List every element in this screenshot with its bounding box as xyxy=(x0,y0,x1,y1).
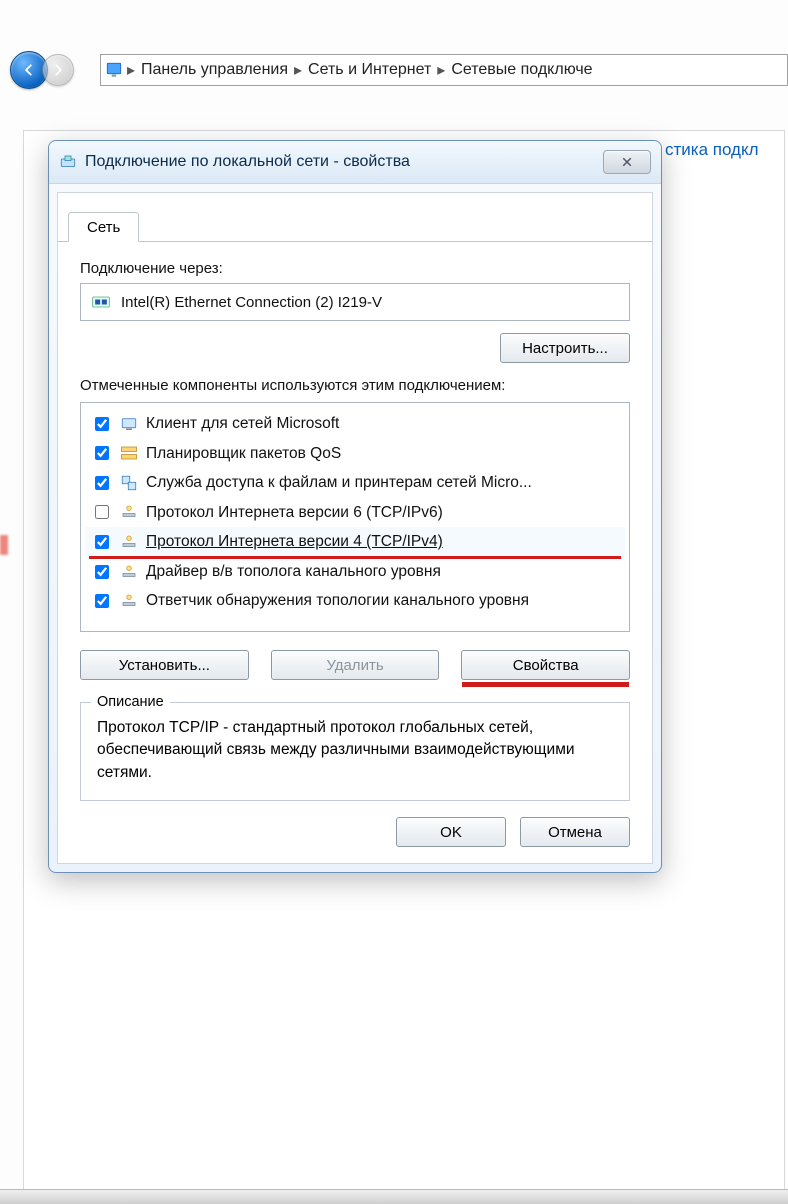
component-item[interactable]: Протокол Интернета версии 6 (TCP/IPv6) xyxy=(85,498,625,528)
proto-icon xyxy=(120,533,138,551)
description-group: Описание Протокол TCP/IP - стандартный п… xyxy=(80,702,630,801)
component-item[interactable]: Протокол Интернета версии 4 (TCP/IPv4) xyxy=(85,527,625,557)
component-checkbox[interactable] xyxy=(95,446,109,460)
component-item[interactable]: Драйвер в/в тополога канального уровня xyxy=(85,557,625,587)
adapter-box: Intel(R) Ethernet Connection (2) I219-V xyxy=(80,283,630,321)
component-label: Ответчик обнаружения топологии канальног… xyxy=(146,588,529,614)
install-button[interactable]: Установить... xyxy=(80,650,249,680)
network-adapter-icon xyxy=(59,153,77,171)
component-checkbox[interactable] xyxy=(95,594,109,608)
qos-icon xyxy=(120,444,138,462)
proto-icon xyxy=(120,563,138,581)
breadcrumb-item[interactable]: Сеть и Интернет xyxy=(302,61,437,79)
component-label: Служба доступа к файлам и принтерам сете… xyxy=(146,470,532,496)
component-checkbox[interactable] xyxy=(95,417,109,431)
component-item[interactable]: Клиент для сетей Microsoft xyxy=(85,409,625,439)
tab-network[interactable]: Сеть xyxy=(68,212,139,242)
component-checkbox[interactable] xyxy=(95,476,109,490)
adapter-name: Intel(R) Ethernet Connection (2) I219-V xyxy=(121,294,382,311)
component-checkbox[interactable] xyxy=(95,505,109,519)
tab-strip: Сеть xyxy=(58,193,652,242)
breadcrumb-sep-icon: ▸ xyxy=(437,60,445,80)
breadcrumb-item[interactable]: Панель управления xyxy=(135,61,294,79)
connect-via-label: Подключение через: xyxy=(80,260,630,277)
breadcrumb-sep-icon: ▸ xyxy=(127,60,135,80)
arrow-left-icon xyxy=(22,63,36,77)
close-icon xyxy=(621,156,633,168)
component-buttons-row: Установить... Удалить Свойства xyxy=(80,650,630,680)
share-icon xyxy=(120,474,138,492)
dialog-bottom-buttons: OK Отмена xyxy=(58,801,652,847)
component-label: Планировщик пакетов QoS xyxy=(146,441,341,467)
component-item[interactable]: Ответчик обнаружения топологии канальног… xyxy=(85,586,625,616)
dialog-title: Подключение по локальной сети - свойства xyxy=(85,153,410,171)
breadcrumb-sep-icon: ▸ xyxy=(294,60,302,80)
proto-icon xyxy=(120,592,138,610)
component-item[interactable]: Планировщик пакетов QoS xyxy=(85,439,625,469)
cancel-button[interactable]: Отмена xyxy=(520,817,630,847)
red-mark-left xyxy=(0,535,8,555)
component-item[interactable]: Служба доступа к файлам и принтерам сете… xyxy=(85,468,625,498)
dialog-client-area: Сеть Подключение через: Intel(R) Etherne… xyxy=(57,192,653,864)
client-icon xyxy=(120,415,138,433)
components-list[interactable]: Клиент для сетей Microsoft Планировщик па… xyxy=(80,402,630,632)
component-label: Протокол Интернета версии 4 (TCP/IPv4) xyxy=(146,529,443,555)
component-checkbox[interactable] xyxy=(95,565,109,579)
dialog-close-button[interactable] xyxy=(603,150,651,174)
dialog-titlebar: Подключение по локальной сети - свойства xyxy=(49,141,661,184)
proto-icon xyxy=(120,503,138,521)
breadcrumb[interactable]: ▸ Панель управления ▸ Сеть и Интернет ▸ … xyxy=(100,54,788,86)
component-label: Драйвер в/в тополога канального уровня xyxy=(146,559,441,585)
diagnostic-link[interactable]: стика подкл xyxy=(665,140,759,160)
connect-via-section: Подключение через: Intel(R) Ethernet Con… xyxy=(58,242,652,632)
ok-button[interactable]: OK xyxy=(396,817,506,847)
ethernet-adapter-icon xyxy=(91,292,111,312)
network-center-icon xyxy=(105,61,123,79)
nav-forward-button xyxy=(42,54,74,86)
description-text: Протокол TCP/IP - стандартный протокол г… xyxy=(97,719,575,781)
nav-back-forward-group xyxy=(10,51,74,89)
component-label: Клиент для сетей Microsoft xyxy=(146,411,339,437)
description-legend: Описание xyxy=(91,692,170,713)
components-label: Отмеченные компоненты используются этим … xyxy=(80,377,630,394)
breadcrumb-item[interactable]: Сетевые подключе xyxy=(445,61,598,79)
properties-dialog: Подключение по локальной сети - свойства… xyxy=(48,140,662,873)
component-label: Протокол Интернета версии 6 (TCP/IPv6) xyxy=(146,500,443,526)
remove-button: Удалить xyxy=(271,650,440,680)
arrow-right-icon xyxy=(51,63,65,77)
properties-button[interactable]: Свойства xyxy=(461,650,630,680)
footer-gradient xyxy=(0,1189,788,1204)
configure-button[interactable]: Настроить... xyxy=(500,333,630,363)
component-checkbox[interactable] xyxy=(95,535,109,549)
explorer-navbar: ▸ Панель управления ▸ Сеть и Интернет ▸ … xyxy=(10,50,788,90)
